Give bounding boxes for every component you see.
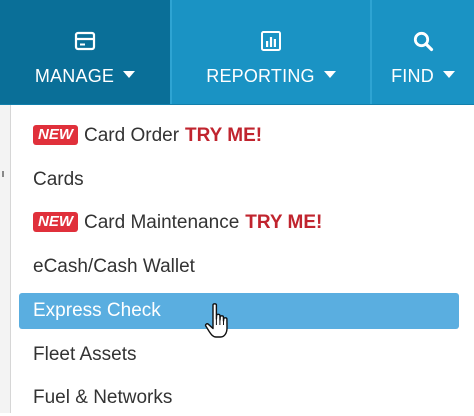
menu-item-label: Card Order — [84, 125, 180, 146]
manage-dropdown-menu: NEW Card Order TRY ME! Cards NEW Card Maint… — [11, 105, 474, 413]
menu-item-label: eCash/Cash Wallet — [33, 256, 195, 277]
nav-manage-label-row: MANAGE — [0, 64, 170, 88]
new-badge: NEW — [33, 212, 78, 232]
menu-item-express-check[interactable]: Express Check — [19, 293, 459, 329]
nav-reporting-label: REPORTING — [206, 66, 315, 86]
try-me-label: TRY ME! — [185, 125, 263, 146]
hand-pointer-icon — [204, 303, 228, 338]
menu-item-label: Cards — [33, 169, 84, 190]
caret-down-icon — [123, 71, 136, 78]
bar-chart-icon — [261, 31, 281, 51]
menu-item-card-maintenance[interactable]: NEW Card Maintenance TRY ME! — [19, 205, 459, 241]
background-page-edge — [0, 105, 11, 413]
nav-find[interactable]: FIND — [372, 0, 474, 104]
menu-item-fleet-assets[interactable]: Fleet Assets — [19, 337, 459, 373]
menu-item-ecash-wallet[interactable]: eCash/Cash Wallet — [19, 249, 459, 285]
menu-item-cards[interactable]: Cards — [19, 162, 459, 198]
card-icon — [74, 31, 96, 51]
nav-reporting-label-row: REPORTING — [172, 64, 370, 88]
menu-item-label: Express Check — [33, 300, 161, 321]
search-icon — [413, 31, 434, 52]
background-text-fragment — [2, 171, 4, 177]
nav-reporting[interactable]: REPORTING — [172, 0, 370, 104]
nav-manage[interactable]: MANAGE — [0, 0, 170, 104]
menu-item-label: Fuel & Networks — [33, 387, 173, 408]
menu-item-card-order[interactable]: NEW Card Order TRY ME! — [19, 118, 459, 154]
top-navbar: MANAGE REPORTING FIND — [0, 0, 474, 105]
nav-manage-label: MANAGE — [34, 66, 115, 86]
nav-find-label: FIND — [391, 66, 434, 86]
menu-item-label: Fleet Assets — [33, 344, 137, 365]
menu-item-fuel-networks[interactable]: Fuel & Networks — [19, 380, 459, 416]
menu-item-label: Card Maintenance — [84, 212, 240, 233]
try-me-label: TRY ME! — [245, 212, 323, 233]
nav-find-label-row: FIND — [372, 64, 474, 88]
new-badge: NEW — [33, 125, 78, 145]
caret-down-icon — [442, 71, 455, 78]
caret-down-icon — [323, 71, 336, 78]
